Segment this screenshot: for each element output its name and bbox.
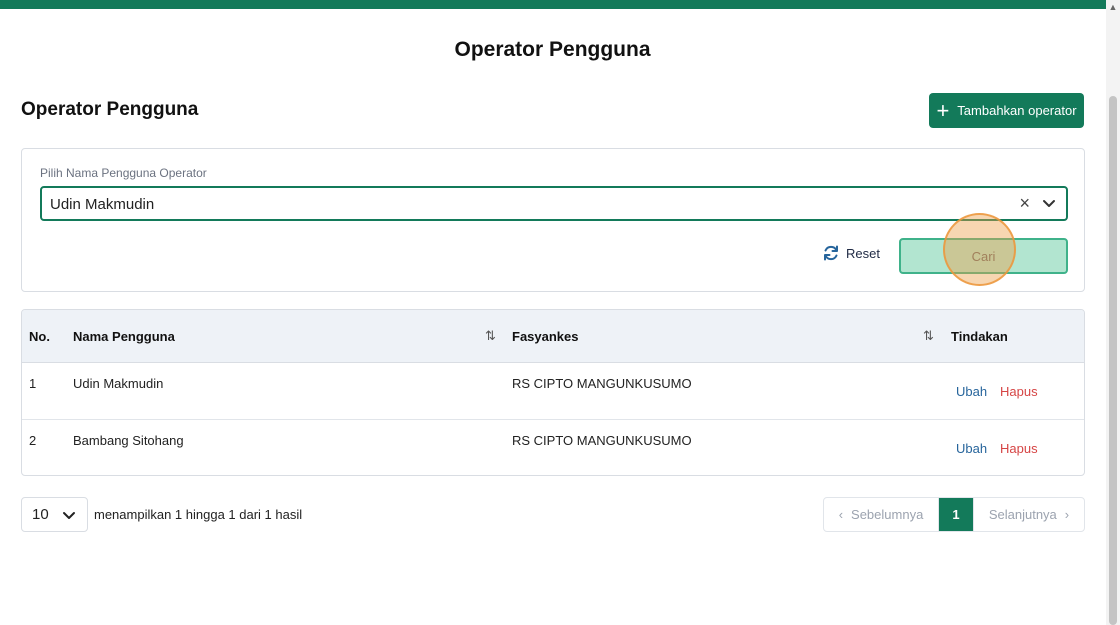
table-row: 2 Bambang Sitohang RS CIPTO MANGUNKUSUMO… <box>22 419 1084 475</box>
scrollbar[interactable]: ▲ <box>1106 0 1120 625</box>
edit-link[interactable]: Ubah <box>956 384 987 399</box>
next-page-button[interactable]: Selanjutnya › <box>973 498 1084 531</box>
page-number-button[interactable]: 1 <box>939 498 973 531</box>
table-header: No. Nama Pengguna ⇅ Fasyankes ⇅ Tindakan <box>22 310 1084 363</box>
chevron-left-icon: ‹ <box>838 507 844 522</box>
top-accent-bar <box>0 0 1120 9</box>
previous-page-button[interactable]: ‹ Sebelumnya <box>824 498 939 531</box>
search-button[interactable]: Cari <box>899 238 1068 274</box>
scrollbar-thumb[interactable] <box>1109 96 1117 625</box>
refresh-icon <box>824 245 838 261</box>
sort-icon[interactable]: ⇅ <box>485 328 496 344</box>
row-no: 1 <box>29 376 37 391</box>
delete-link[interactable]: Hapus <box>1000 441 1038 456</box>
plus-icon: + <box>936 97 950 123</box>
results-summary: menampilkan 1 hingga 1 dari 1 hasil <box>94 507 303 522</box>
column-header-actions: Tindakan <box>951 329 1008 344</box>
add-operator-label: Tambahkan operator <box>957 103 1077 118</box>
operator-select-label: Pilih Nama Pengguna Operator <box>40 166 207 180</box>
delete-link[interactable]: Hapus <box>1000 384 1038 399</box>
edit-link[interactable]: Ubah <box>956 441 987 456</box>
filter-card: Pilih Nama Pengguna Operator Udin Makmud… <box>21 148 1085 292</box>
previous-page-label: Sebelumnya <box>851 507 924 522</box>
chevron-down-icon[interactable] <box>1040 193 1058 213</box>
next-page-label: Selanjutnya <box>988 507 1057 522</box>
column-header-name: Nama Pengguna <box>73 329 175 344</box>
reset-label: Reset <box>846 245 880 261</box>
pagination: ‹ Sebelumnya 1 Selanjutnya › <box>823 497 1085 532</box>
clear-icon[interactable]: × <box>1019 193 1030 214</box>
per-page-select[interactable]: 10 <box>21 497 88 532</box>
sort-icon[interactable]: ⇅ <box>923 328 934 344</box>
page-heading: Operator Pengguna <box>454 38 651 61</box>
table-row: 1 Udin Makmudin RS CIPTO MANGUNKUSUMO Ub… <box>22 363 1084 419</box>
reset-button[interactable]: Reset <box>822 242 880 264</box>
column-header-no: No. <box>29 329 50 344</box>
row-no: 2 <box>29 433 37 448</box>
operator-select-value: Udin Makmudin <box>50 196 155 213</box>
scroll-up-arrow-icon[interactable]: ▲ <box>1108 2 1118 12</box>
operator-table: No. Nama Pengguna ⇅ Fasyankes ⇅ Tindakan… <box>21 309 1085 476</box>
search-label: Cari <box>971 248 996 264</box>
row-name: Udin Makmudin <box>73 376 164 391</box>
add-operator-button[interactable]: + Tambahkan operator <box>929 93 1084 128</box>
section-title: Operator Pengguna <box>21 99 199 120</box>
per-page-value: 10 <box>32 506 49 523</box>
row-facility: RS CIPTO MANGUNKUSUMO <box>512 376 692 391</box>
row-name: Bambang Sitohang <box>73 433 184 448</box>
row-facility: RS CIPTO MANGUNKUSUMO <box>512 433 692 448</box>
operator-select[interactable]: Udin Makmudin × <box>40 186 1068 221</box>
chevron-right-icon: › <box>1064 507 1070 522</box>
column-header-facility: Fasyankes <box>512 329 579 344</box>
chevron-down-icon <box>63 512 75 519</box>
